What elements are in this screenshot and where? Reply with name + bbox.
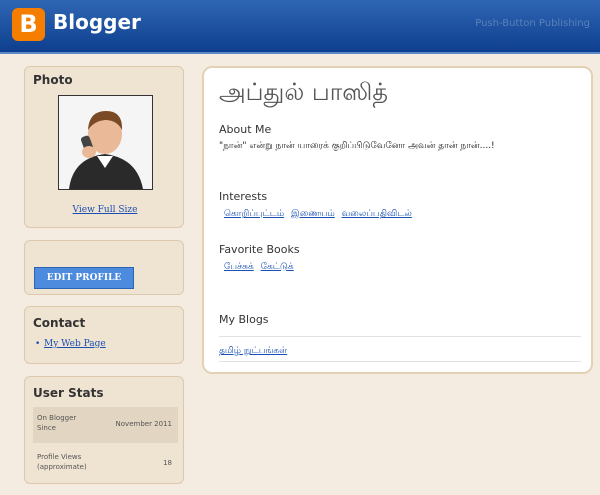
photo-panel: Photo View Full Size: [24, 66, 184, 228]
book-link[interactable]: பேச்சுக்: [224, 262, 254, 272]
interests-list: கொறிப்புட்டம் இணையம் வலைப்பதிவிடல்: [224, 209, 416, 220]
about-me-title: About Me: [219, 123, 272, 136]
divider: [219, 361, 581, 362]
blog-link[interactable]: தமிழ் நுட்பங்கள்: [219, 346, 287, 357]
book-link[interactable]: கேட்டுக்: [261, 262, 294, 272]
stat-label: On Blogger Since: [37, 414, 77, 432]
user-stats-title: User Stats: [33, 386, 104, 400]
stat-value: 18: [163, 459, 172, 467]
interest-link[interactable]: வலைப்பதிவிடல்: [342, 209, 412, 219]
bullet-icon: •: [35, 339, 41, 349]
view-full-size-link[interactable]: View Full Size: [25, 205, 185, 215]
my-blogs-title: My Blogs: [219, 313, 269, 326]
profile-name: அப்துல் பாஸித்: [219, 78, 388, 106]
stat-label: Profile Views (approximate): [37, 453, 87, 471]
interest-link[interactable]: இணையம்: [291, 209, 335, 219]
profile-photo[interactable]: [58, 95, 153, 190]
stat-row-on-blogger-since: On Blogger Since November 2011: [33, 407, 178, 443]
divider: [219, 336, 581, 337]
contact-title: Contact: [33, 316, 86, 330]
edit-profile-button[interactable]: EDIT PROFILE: [34, 267, 134, 289]
interest-link[interactable]: கொறிப்புட்டம்: [224, 209, 284, 219]
stat-value: November 2011: [115, 420, 172, 428]
edit-profile-panel: EDIT PROFILE: [24, 240, 184, 295]
books-list: பேச்சுக் கேட்டுக்: [224, 262, 298, 273]
about-me-text: "நான்" என்று நான் யாரைக் குறிப்பிடுவேனோ …: [219, 141, 495, 151]
blogger-logo-icon[interactable]: B: [12, 8, 45, 41]
profile-main-panel: அப்துல் பாஸித் About Me "நான்" என்று நான…: [202, 66, 593, 374]
photo-panel-title: Photo: [33, 73, 73, 87]
blogger-header: B Blogger Push-Button Publishing: [0, 0, 600, 54]
blogger-logo-text[interactable]: Blogger: [53, 10, 141, 34]
my-web-page-link[interactable]: My Web Page: [44, 339, 106, 349]
interests-title: Interests: [219, 190, 268, 203]
header-tagline: Push-Button Publishing: [475, 18, 590, 29]
contact-panel: Contact • My Web Page: [24, 306, 184, 364]
stat-row-profile-views: Profile Views (approximate) 18: [33, 446, 178, 482]
user-stats-panel: User Stats On Blogger Since November 201…: [24, 376, 184, 484]
favorite-books-title: Favorite Books: [219, 243, 300, 256]
